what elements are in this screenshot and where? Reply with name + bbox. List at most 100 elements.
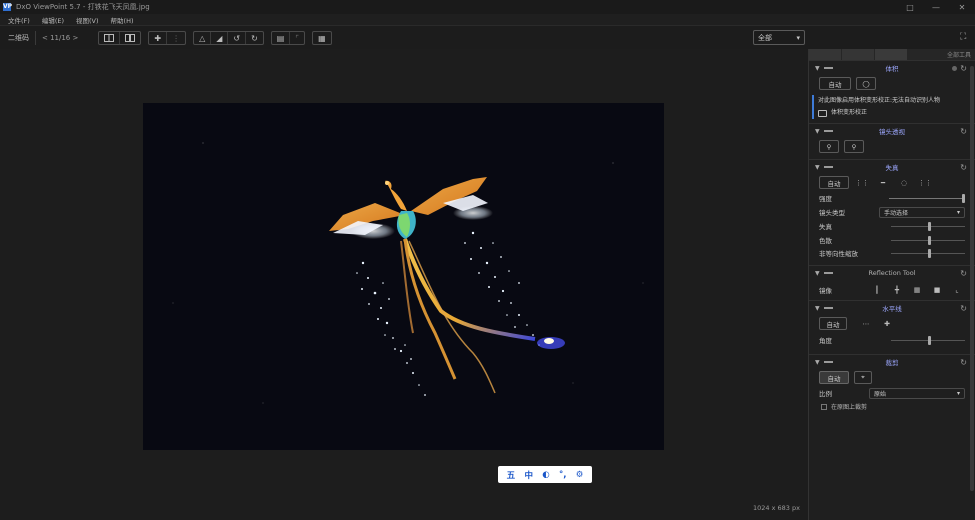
ime-chinese[interactable]: 中 xyxy=(524,469,533,481)
volume-info-text: 对此图像启用体积变形校正:无法自动识别人物 xyxy=(818,97,941,104)
tab-3[interactable] xyxy=(875,49,907,60)
reset-icon[interactable]: ↻ xyxy=(960,358,967,367)
lens-type-select[interactable]: 手动选择 ▾ xyxy=(879,206,965,218)
ime-toolbar[interactable]: 五 中 ◐ °, ⚙ xyxy=(498,466,592,483)
mirror-solid-icon[interactable]: ■ xyxy=(929,284,945,297)
split-view-button[interactable] xyxy=(120,32,140,44)
menu-edit[interactable]: 编辑(E) xyxy=(42,15,64,25)
ime-wubi[interactable]: 五 xyxy=(507,469,516,481)
rotate-left-icon[interactable]: ↺ xyxy=(228,32,247,44)
crop-icon[interactable]: ⌖ xyxy=(854,371,872,384)
reset-icon[interactable]: ↻ xyxy=(960,269,967,278)
section-perspective-header[interactable]: ▼ 镜头透视 ↻ xyxy=(809,124,975,138)
section-distortion-header[interactable]: ▼ 失真 ↻ xyxy=(809,160,975,174)
page-indicator[interactable]: < 11/16 > xyxy=(42,34,78,42)
section-perspective: ▼ 镜头透视 ↻ ⚲ ⚲ xyxy=(809,123,975,159)
ime-punctuation-icon[interactable]: °, xyxy=(559,470,566,480)
section-crop-title: 裁剪 xyxy=(885,359,899,367)
section-horizon-header[interactable]: ▼ 水平线 ↻ xyxy=(809,301,975,315)
export-group: ▦ xyxy=(312,31,332,45)
chromatic-slider-row: 色散 xyxy=(809,233,975,247)
distortion-slider[interactable] xyxy=(891,221,965,231)
zoom-out-button[interactable]: ⚲ xyxy=(844,140,864,153)
move-tool-icon[interactable]: ✚ xyxy=(149,32,168,44)
close-icon[interactable]: ✕ xyxy=(949,0,975,14)
reset-icon[interactable]: ↻ xyxy=(960,64,967,73)
image-pager[interactable]: < 11/16 > xyxy=(35,31,82,45)
reset-icon[interactable]: ↻ xyxy=(960,163,967,172)
toolbar-label[interactable]: 二维码 xyxy=(8,33,29,43)
menu-file[interactable]: 文件(F) xyxy=(8,15,30,25)
section-crop-header[interactable]: ▼ 裁剪 ↻ xyxy=(809,355,975,369)
grid-tool-icon[interactable]: ⋮ xyxy=(167,32,185,44)
crop-checkbox-label: 在原图上裁剪 xyxy=(831,404,868,411)
ratio-row: 比例 原始 ▾ xyxy=(809,386,975,400)
mustache-icon[interactable]: ⋮⋮ xyxy=(917,176,933,189)
chromatic-thumb[interactable] xyxy=(928,235,931,245)
rotate-right-icon[interactable]: ↻ xyxy=(246,32,263,44)
before-after-button[interactable] xyxy=(99,32,121,44)
mirror-corner-icon[interactable]: ⌞ xyxy=(949,284,965,297)
volume-buttons: 自动 ◯ xyxy=(809,75,975,92)
tab-1[interactable] xyxy=(809,49,841,60)
menu-view[interactable]: 视图(V) xyxy=(76,15,99,25)
mirror-full-icon[interactable]: ▦ xyxy=(909,284,925,297)
mirror-center-icon[interactable]: ╋ xyxy=(889,284,905,297)
export-icon[interactable]: ▦ xyxy=(313,32,331,44)
menu-help[interactable]: 帮助(H) xyxy=(111,15,134,25)
restore-icon[interactable]: □ xyxy=(897,0,923,14)
anamorphic-slider[interactable] xyxy=(891,248,965,258)
anamorphic-thumb[interactable] xyxy=(928,248,931,258)
chromatic-label: 色散 xyxy=(819,237,832,245)
intensity-thumb[interactable] xyxy=(962,193,965,203)
reset-icon[interactable]: ↻ xyxy=(960,127,967,136)
crop-guide-icon[interactable]: ⌜ xyxy=(290,32,304,44)
view-dropdown[interactable]: 全部 ▾ xyxy=(753,30,805,45)
mirror-label: 镜像 xyxy=(819,287,832,295)
mirror-buttons: ┃ ╋ ▦ ■ ⌞ xyxy=(869,284,965,297)
panel-scroll-thumb[interactable] xyxy=(970,66,974,491)
horizon-auto-button[interactable]: 自动 xyxy=(819,317,847,330)
horizon-cross-icon[interactable]: ✚ xyxy=(879,317,895,330)
chromatic-slider[interactable] xyxy=(891,235,965,245)
section-volume-header[interactable]: ▼ 体积 ↻ xyxy=(809,61,975,75)
crop-buttons: 自动 ⌖ xyxy=(809,369,975,386)
volume-tool-icon[interactable]: △ xyxy=(194,32,212,44)
barrel-icon[interactable]: ⋮⋮ xyxy=(854,176,870,189)
mirror-left-icon[interactable]: ┃ xyxy=(869,284,885,297)
face-detect-button[interactable]: ◯ xyxy=(856,77,876,90)
angle-slider[interactable] xyxy=(891,335,965,345)
crop-auto-button[interactable]: 自动 xyxy=(819,371,849,384)
image-viewer[interactable]: 五 中 ◐ °, ⚙ 1024 x 683 px xyxy=(0,49,808,520)
section-reflection-header[interactable]: ▼ Reflection Tool ↻ xyxy=(809,266,975,280)
minimize-icon[interactable]: — xyxy=(923,0,949,14)
distortion-label: 失真 xyxy=(819,223,832,231)
horizon-line-icon[interactable]: ⋯ xyxy=(858,317,874,330)
menu-bar: 文件(F) 编辑(E) 视图(V) 帮助(H) xyxy=(0,14,975,26)
section-reflection: ▼ Reflection Tool ↻ 镜像 ┃ ╋ ▦ ■ ⌞ xyxy=(809,265,975,300)
intensity-slider[interactable] xyxy=(889,193,965,203)
angle-thumb[interactable] xyxy=(928,335,931,345)
volume-folder-row[interactable]: 体积变形校正 xyxy=(818,109,969,117)
tab-2[interactable] xyxy=(842,49,874,60)
lens-type-label: 镜头类型 xyxy=(819,209,845,217)
distortion-thumb[interactable] xyxy=(928,221,931,231)
list-view-icon[interactable]: ▤ xyxy=(272,32,291,44)
photo-canvas[interactable] xyxy=(143,103,664,450)
distortion-auto-button[interactable]: 自动 xyxy=(819,176,849,189)
crop-checkbox[interactable] xyxy=(821,403,827,410)
reset-icon[interactable]: ↻ xyxy=(960,304,967,313)
crop-checkbox-row[interactable]: 在原图上裁剪 xyxy=(809,400,975,413)
ime-halfwidth-icon[interactable]: ◐ xyxy=(542,470,549,480)
panel-header-label[interactable]: 全部工具 xyxy=(947,50,971,59)
panel-scrollbar[interactable] xyxy=(970,60,974,516)
ratio-select[interactable]: 原始 ▾ xyxy=(869,387,965,399)
perspective-tool-icon[interactable]: ◢ xyxy=(211,32,229,44)
fullscreen-icon[interactable]: ⛶ xyxy=(960,33,969,42)
pincushion-icon[interactable]: ━ xyxy=(875,176,891,189)
zoom-in-button[interactable]: ⚲ xyxy=(819,140,839,153)
chevron-down-icon: ▾ xyxy=(956,389,960,397)
fisheye-icon[interactable]: ◌ xyxy=(896,176,912,189)
volume-auto-button[interactable]: 自动 xyxy=(819,77,851,90)
ime-settings-icon[interactable]: ⚙ xyxy=(576,470,584,480)
